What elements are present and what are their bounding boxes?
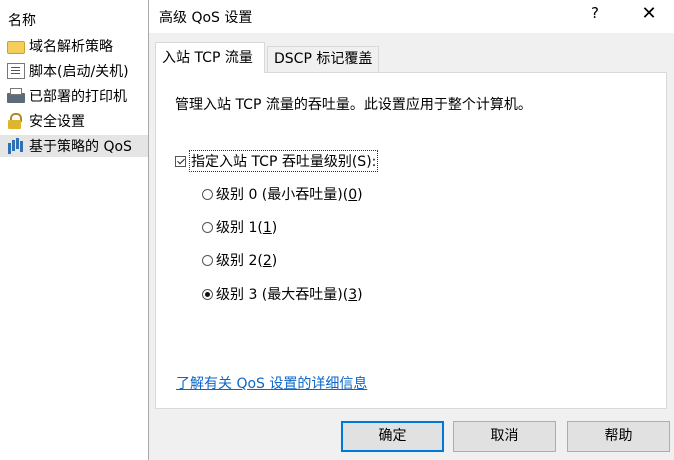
radio-level-2[interactable]: 级别 2(2) — [202, 250, 277, 270]
dialog-title: 高级 QoS 设置 — [159, 10, 253, 26]
tree-item-label: 安全设置 — [29, 114, 85, 130]
radio-button[interactable] — [202, 254, 213, 266]
bar-chart-icon — [7, 138, 25, 154]
radio-level-1[interactable]: 级别 1(1) — [202, 217, 277, 237]
tree-item-scripts[interactable]: 脚本(启动/关机) — [0, 60, 148, 82]
tree-item-label: 域名解析策略 — [29, 39, 113, 55]
tree-item-label: 脚本(启动/关机) — [29, 64, 129, 80]
radio-label: 级别 2(2) — [216, 253, 278, 269]
tree-item-printers[interactable]: 已部署的打印机 — [0, 85, 148, 107]
radio-label: 级别 0 (最小吞吐量)(0) — [216, 187, 363, 203]
printer-icon — [7, 88, 25, 103]
close-icon[interactable]: ✕ — [637, 3, 661, 29]
learn-more-link[interactable]: 了解有关 QoS 设置的详细信息 — [176, 373, 367, 393]
radio-level-3[interactable]: 级别 3 (最大吞吐量)(3) — [202, 284, 363, 304]
document-icon — [7, 63, 25, 79]
advanced-qos-dialog: 高级 QoS 设置 ? ✕ 入站 TCP 流量 DSCP 标记覆盖 管理入站 T… — [148, 0, 674, 460]
radio-button-selected[interactable] — [202, 288, 213, 300]
ok-button[interactable]: 确定 — [341, 421, 444, 452]
lock-icon — [7, 113, 25, 129]
tab-inbound-tcp[interactable]: 入站 TCP 流量 — [155, 42, 265, 73]
throughput-checkbox-row[interactable]: 指定入站 TCP 吞吐量级别(S): — [175, 150, 379, 172]
help-question-icon[interactable]: ? — [585, 4, 605, 28]
radio-button[interactable] — [202, 188, 213, 200]
checkbox-label[interactable]: 指定入站 TCP 吞吐量级别(S): — [189, 150, 379, 172]
tree-item-security[interactable]: 安全设置 — [0, 110, 148, 132]
radio-button[interactable] — [202, 221, 213, 233]
tree-item-label: 已部署的打印机 — [29, 89, 127, 105]
tree-item-label: 基于策略的 QoS — [29, 139, 132, 155]
folder-icon — [7, 40, 25, 54]
title-bar[interactable]: 高级 QoS 设置 ? ✕ — [149, 0, 674, 33]
left-tree-panel: 名称 域名解析策略 脚本(启动/关机) 已部署的打印机 安全设置 基于策略的 Q… — [0, 0, 148, 460]
cancel-button[interactable]: 取消 — [453, 421, 556, 452]
tree-item-qos[interactable]: 基于策略的 QoS — [0, 135, 148, 157]
radio-label: 级别 1(1) — [216, 220, 278, 236]
help-button[interactable]: 帮助 — [567, 421, 670, 452]
name-column-header[interactable]: 名称 — [8, 10, 36, 30]
description-text: 管理入站 TCP 流量的吞吐量。此设置应用于整个计算机。 — [175, 97, 532, 113]
radio-level-0[interactable]: 级别 0 (最小吞吐量)(0) — [202, 184, 363, 204]
throughput-checkbox[interactable] — [175, 155, 186, 167]
tab-panel: 管理入站 TCP 流量的吞吐量。此设置应用于整个计算机。 指定入站 TCP 吞吐… — [155, 72, 667, 409]
tree-item-dns-policy[interactable]: 域名解析策略 — [0, 35, 148, 57]
tab-dscp-override[interactable]: DSCP 标记覆盖 — [267, 46, 379, 72]
radio-label: 级别 3 (最大吞吐量)(3) — [216, 287, 363, 303]
